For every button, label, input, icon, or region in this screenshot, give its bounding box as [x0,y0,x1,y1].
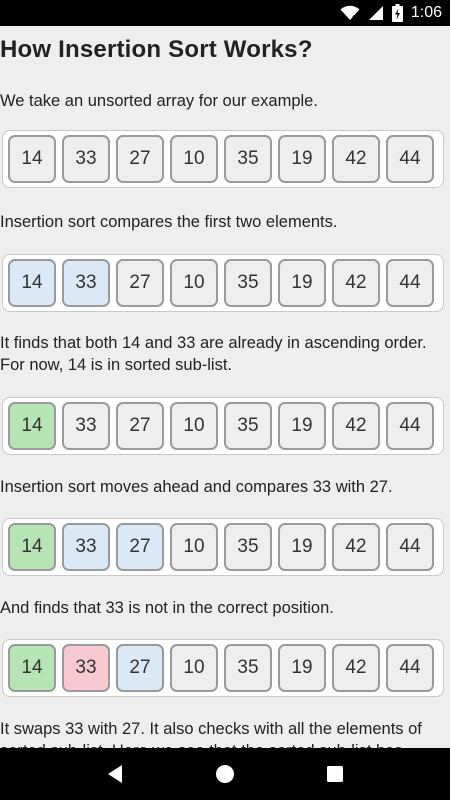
array-cell: 19 [278,135,326,183]
step-text-6: It swaps 33 with 27. It also checks with… [0,720,422,748]
array-cell: 35 [224,402,272,450]
array-cell: 14 [8,402,56,450]
array-cell: 10 [170,523,218,571]
array-cell: 19 [278,644,326,692]
recents-button[interactable] [315,754,355,794]
array-cell: 27 [116,259,164,307]
array-cell: 14 [8,523,56,571]
array-cell: 44 [386,644,434,692]
step-text-3: It finds that both 14 and 33 are already… [0,334,427,374]
array-cell: 27 [116,402,164,450]
array-cell: 44 [386,523,434,571]
array-cell: 42 [332,523,380,571]
status-icons: 1:06 [340,0,442,26]
array-cell: 10 [170,135,218,183]
array-row-4: 14 33 27 10 35 19 42 44 [2,518,444,576]
array-cell: 27 [116,135,164,183]
array-cell: 10 [170,402,218,450]
array-row-5: 14 33 27 10 35 19 42 44 [2,639,444,697]
article-content[interactable]: How Insertion Sort Works? We take an uns… [0,26,450,748]
array-cell: 14 [8,135,56,183]
array-cell: 42 [332,259,380,307]
array-cell: 33 [62,135,110,183]
home-button[interactable] [205,754,245,794]
array-cell: 14 [8,644,56,692]
wifi-icon [340,5,360,21]
home-icon [216,765,234,783]
page-title: How Insertion Sort Works? [0,36,313,63]
array-cell: 44 [386,135,434,183]
array-cell: 33 [62,259,110,307]
navigation-bar [0,748,450,800]
array-row-2: 14 33 27 10 35 19 42 44 [2,254,444,312]
array-cell: 42 [332,644,380,692]
array-cell: 33 [62,402,110,450]
array-row-1: 14 33 27 10 35 19 42 44 [2,130,444,188]
array-cell: 19 [278,402,326,450]
array-cell: 27 [116,523,164,571]
array-cell: 35 [224,644,272,692]
array-cell: 35 [224,259,272,307]
array-cell: 10 [170,644,218,692]
back-icon [108,765,122,783]
array-cell: 19 [278,523,326,571]
array-cell: 42 [332,402,380,450]
status-bar: 1:06 [0,0,450,26]
array-cell: 33 [62,644,110,692]
array-cell: 35 [224,523,272,571]
signal-icon [368,6,383,20]
array-cell: 19 [278,259,326,307]
array-cell: 14 [8,259,56,307]
array-row-3: 14 33 27 10 35 19 42 44 [2,397,444,455]
step-text-5: And finds that 33 is not in the correct … [0,599,334,617]
step-text-4: Insertion sort moves ahead and compares … [0,478,393,496]
array-cell: 10 [170,259,218,307]
array-cell: 27 [116,644,164,692]
recents-icon [327,766,343,782]
array-cell: 44 [386,402,434,450]
back-button[interactable] [95,754,135,794]
array-cell: 33 [62,523,110,571]
status-time: 1:06 [410,4,442,21]
step-text-2: Insertion sort compares the first two el… [0,213,338,231]
array-cell: 35 [224,135,272,183]
array-cell: 42 [332,135,380,183]
array-cell: 44 [386,259,434,307]
battery-icon [391,4,403,22]
step-text-1: We take an unsorted array for our exampl… [0,92,318,110]
